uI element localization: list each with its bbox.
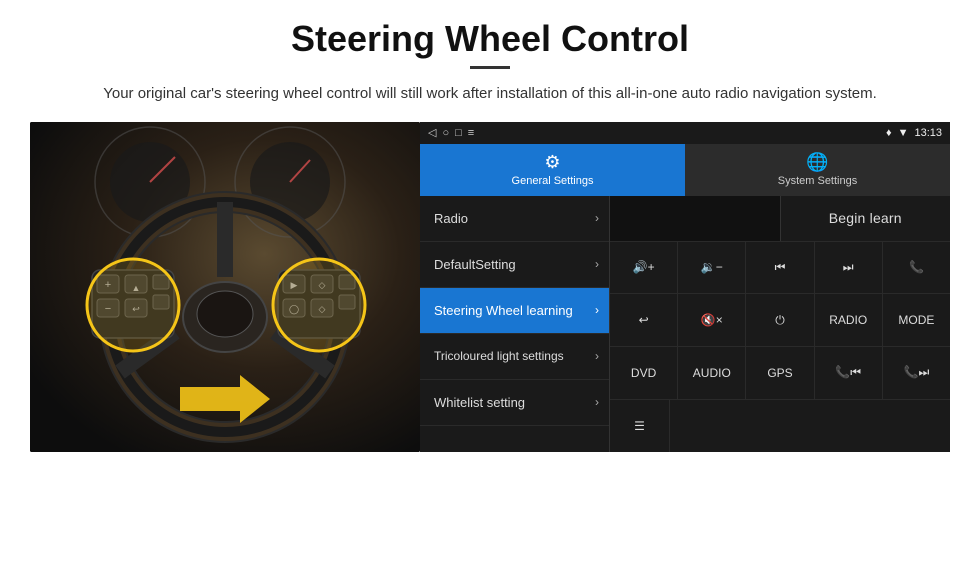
nav-steering-chevron: › [595,303,599,317]
content-row: + − ▲ ↩ ▶ ◯ ◇ ◇ [30,122,950,452]
nav-tricoloured-label: Tricoloured light settings [434,349,564,363]
dvd-button[interactable]: DVD [610,347,678,399]
time-display: 13:13 [914,127,942,139]
whitelist-empty-2 [740,400,810,452]
title-divider [470,66,510,69]
status-bar: ◁ ○ □ ≡ ♦ ▼ 13:13 [420,122,950,144]
android-ui: ◁ ○ □ ≡ ♦ ▼ 13:13 ⚙ General Settings [420,122,950,452]
power-button[interactable]: ⏻ [746,294,814,346]
btn-row-whitelist: ☰ [610,400,950,452]
gps-label: GPS [767,366,792,380]
page-subtitle: Your original car's steering wheel contr… [30,83,950,106]
nav-radio-chevron: › [595,211,599,225]
hang-up-icon: ↩ [639,313,649,327]
dvd-label: DVD [631,366,656,380]
vol-up-button[interactable]: 🔊+ [610,242,678,294]
page-title: Steering Wheel Control [30,18,950,60]
phone-icon: 📞 [909,260,924,274]
car-image-bg: + − ▲ ↩ ▶ ◯ ◇ ◇ [30,122,420,452]
tab-system[interactable]: 🌐 System Settings [685,144,950,196]
nav-steering-label: Steering Wheel learning [434,303,573,318]
home-icon[interactable]: ○ [442,127,449,139]
tel-next-button[interactable]: 📞⏭ [883,347,950,399]
mute-icon: 🔇× [701,313,723,327]
car-image-container: + − ▲ ↩ ▶ ◯ ◇ ◇ [30,122,420,452]
tab-system-label: System Settings [778,175,857,187]
nav-tricoloured-chevron: › [595,349,599,363]
hang-up-button[interactable]: ↩ [610,294,678,346]
radio-label: RADIO [829,313,867,327]
general-settings-icon: ⚙ [544,152,560,173]
nav-tricoloured[interactable]: Tricoloured light settings › [420,334,609,380]
whitelist-empty-4 [880,400,950,452]
nav-whitelist-chevron: › [595,395,599,409]
mode-button[interactable]: MODE [883,294,950,346]
nav-default-label: DefaultSetting [434,257,516,272]
next-track-icon: ⏭ [843,260,854,275]
nav-default-chevron: › [595,257,599,271]
nav-menu: Radio › DefaultSetting › Steering Wheel … [420,196,610,452]
tel-prev-button[interactable]: 📞⏮ [815,347,883,399]
button-grid: 🔊+ 🔉− ⏮ ⏭ 📞 [610,242,950,452]
prev-track-button[interactable]: ⏮ [746,242,814,294]
begin-learn-button[interactable]: Begin learn [781,196,951,241]
whitelist-icon: ☰ [634,419,645,433]
system-settings-icon: 🌐 [806,152,828,173]
begin-learn-row: Begin learn [610,196,950,242]
whitelist-icon-button[interactable]: ☰ [610,400,670,452]
tab-general-label: General Settings [512,175,594,187]
nav-default[interactable]: DefaultSetting › [420,242,609,288]
main-content: Radio › DefaultSetting › Steering Wheel … [420,196,950,452]
menu-icon[interactable]: ≡ [468,127,474,139]
mute-button[interactable]: 🔇× [678,294,746,346]
begin-learn-input-field[interactable] [610,196,781,241]
btn-row-3: DVD AUDIO GPS 📞⏮ [610,347,950,400]
next-track-button[interactable]: ⏭ [815,242,883,294]
phone-button[interactable]: 📞 [883,242,950,294]
whitelist-empty-3 [810,400,880,452]
wifi-icon: ▼ [898,127,909,139]
page-container: Steering Wheel Control Your original car… [0,0,980,462]
nav-radio[interactable]: Radio › [420,196,609,242]
nav-steering[interactable]: Steering Wheel learning › [420,288,609,334]
right-panel: Begin learn 🔊+ 🔉− [610,196,950,452]
whitelist-empty-1 [670,400,740,452]
audio-label: AUDIO [693,366,731,380]
power-icon: ⏻ [775,313,785,328]
tel-prev-icon: 📞⏮ [835,365,861,380]
tel-next-icon: 📞⏭ [904,365,930,380]
signal-icon: ♦ [886,127,892,139]
radio-button[interactable]: RADIO [815,294,883,346]
mode-label: MODE [898,313,934,327]
tab-general[interactable]: ⚙ General Settings [420,144,685,196]
back-icon[interactable]: ◁ [428,126,436,139]
vol-down-button[interactable]: 🔉− [678,242,746,294]
prev-track-icon: ⏮ [775,260,786,275]
nav-whitelist[interactable]: Whitelist setting › [420,380,609,426]
vol-down-icon: 🔉− [701,260,723,274]
audio-button[interactable]: AUDIO [678,347,746,399]
status-right: ♦ ▼ 13:13 [886,127,942,139]
tab-bar: ⚙ General Settings 🌐 System Settings [420,144,950,196]
vol-up-icon: 🔊+ [633,260,655,274]
btn-row-2: ↩ 🔇× ⏻ RADIO MO [610,294,950,347]
gps-button[interactable]: GPS [746,347,814,399]
nav-radio-label: Radio [434,211,468,226]
nav-whitelist-label: Whitelist setting [434,395,525,410]
recents-icon[interactable]: □ [455,127,462,139]
btn-row-1: 🔊+ 🔉− ⏮ ⏭ 📞 [610,242,950,295]
status-left: ◁ ○ □ ≡ [428,126,474,139]
